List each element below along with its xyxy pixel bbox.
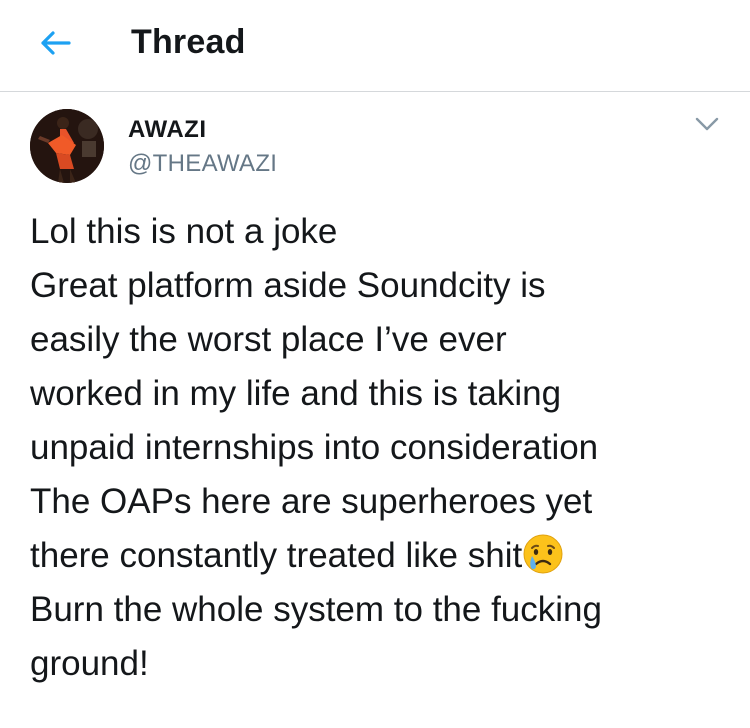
author-name[interactable]: AWAZI bbox=[128, 116, 207, 144]
tweet-line-with-emoji: there constantly treated like shit bbox=[30, 529, 730, 583]
tweet-line: Lol this is not a joke bbox=[30, 212, 338, 251]
tweet-line: easily the worst place I’ve ever bbox=[30, 320, 507, 359]
tweet-line: Great platform aside Soundcity is bbox=[30, 266, 546, 305]
chevron-down-icon bbox=[695, 117, 719, 131]
page-title: Thread bbox=[131, 23, 246, 61]
author-handle[interactable]: @THEAWAZI bbox=[128, 150, 277, 178]
tweet-line: The OAPs here are superheroes yet bbox=[30, 482, 593, 521]
tweet-line: ground! bbox=[30, 644, 149, 683]
tweet-text: Lol this is not a joke Great platform as… bbox=[30, 205, 730, 691]
tweet-line: Burn the whole system to the fucking bbox=[30, 590, 602, 629]
thread-header: Thread bbox=[0, 0, 750, 92]
tweet-menu-button[interactable] bbox=[692, 113, 722, 135]
arrow-left-icon bbox=[41, 31, 71, 55]
tweet-line: worked in my life and this is taking bbox=[30, 374, 562, 413]
tweet-line: unpaid internships into consideration bbox=[30, 428, 599, 467]
tweet-line-text: there constantly treated like shit bbox=[30, 536, 523, 575]
crying-face-emoji-icon bbox=[522, 533, 564, 575]
back-button[interactable] bbox=[36, 26, 76, 60]
avatar[interactable] bbox=[30, 109, 104, 183]
